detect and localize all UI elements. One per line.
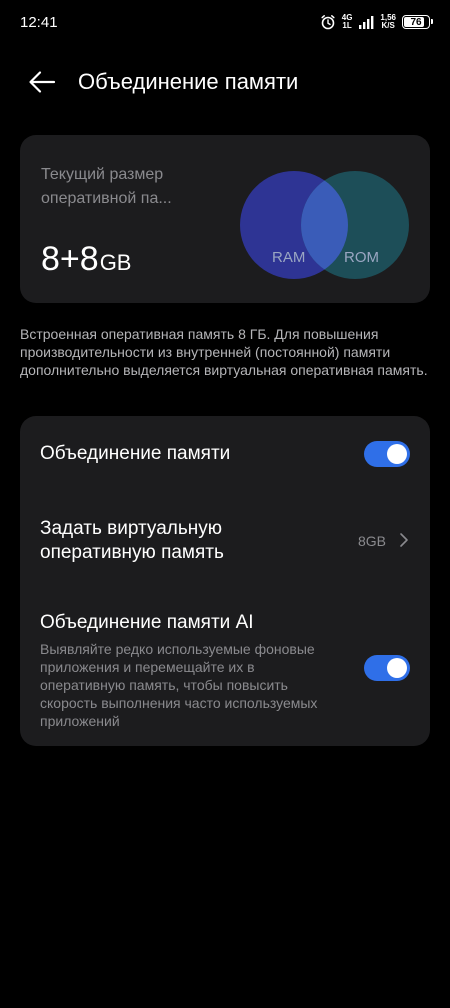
battery-icon: 76: [402, 15, 433, 29]
ram-rom-venn-diagram: RAM ROM: [232, 163, 412, 287]
status-time: 12:41: [20, 13, 58, 31]
memory-info-card: Текущий размер оперативной па... 8+8 GB …: [20, 135, 430, 303]
rom-label: ROM: [344, 249, 379, 266]
ram-size-unit: GB: [99, 250, 132, 275]
virtual-memory-row[interactable]: Задать виртуальную оперативную память 8G…: [20, 502, 430, 582]
ai-merge-description: Выявляйте редко используемые фоновые при…: [40, 641, 318, 729]
current-ram-size-value: 8+8 GB: [41, 240, 131, 279]
toggle-knob: [387, 658, 407, 678]
memory-merge-row[interactable]: Объединение памяти: [20, 416, 430, 492]
ai-merge-toggle[interactable]: [364, 655, 410, 681]
memory-merge-toggle[interactable]: [364, 441, 410, 467]
back-arrow-icon: [29, 71, 56, 93]
header: Объединение памяти: [0, 60, 450, 104]
back-button[interactable]: [26, 68, 58, 96]
venn-graphic: [240, 171, 409, 279]
current-ram-size-label: Текущий размер оперативной па...: [41, 166, 172, 207]
signal-icon: [359, 16, 374, 29]
settings-card: Объединение памяти Задать виртуальную оп…: [20, 416, 430, 746]
chevron-right-icon: [400, 533, 408, 547]
page-title: Объединение памяти: [78, 69, 299, 94]
ai-merge-row[interactable]: Объединение памяти AI Выявляйте редко ис…: [20, 601, 430, 736]
ram-label: RAM: [272, 249, 306, 266]
battery-percent: 76: [410, 16, 422, 28]
ram-size-number: 8+8: [41, 240, 99, 278]
network-speed-indicator: 1,56 K/S: [380, 13, 396, 30]
memory-description: Встроенная оперативная память 8 ГБ. Для …: [20, 326, 428, 378]
ai-merge-title: Объединение памяти AI: [40, 612, 254, 633]
status-bar: 12:41 4G 1L 1,56 K/S 76: [0, 0, 450, 44]
alarm-icon: [321, 15, 335, 30]
status-icons: 4G 1L 1,56 K/S 76: [320, 13, 433, 30]
toggle-knob: [387, 444, 407, 464]
virtual-memory-value: 8GB: [357, 533, 386, 549]
virtual-memory-title: Задать виртуальную оперативную память: [40, 518, 224, 563]
network-type-indicator: 4G 1L: [341, 13, 353, 30]
memory-merge-title: Объединение памяти: [40, 443, 231, 464]
